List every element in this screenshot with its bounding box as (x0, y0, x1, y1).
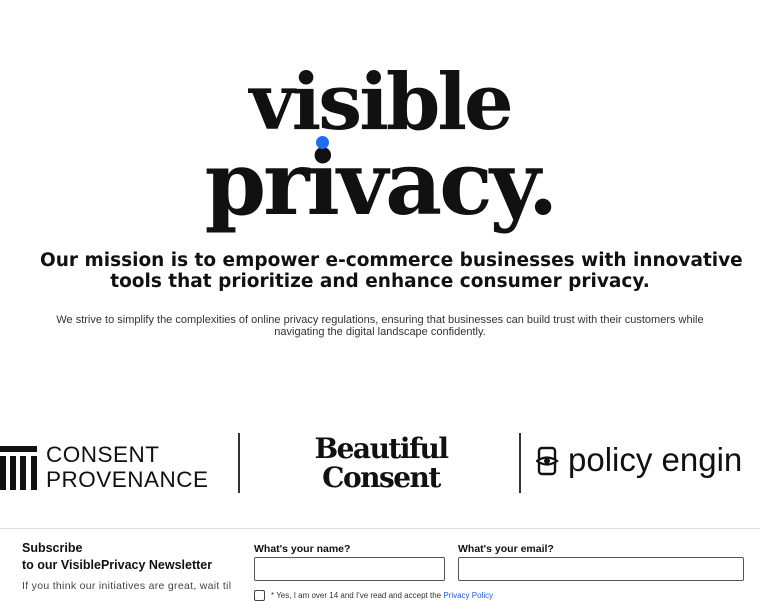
email-label: What's your email? (458, 543, 554, 555)
name-input[interactable] (254, 557, 445, 581)
newsletter-description: If you think our initiatives are great, … (22, 580, 234, 592)
policy-engine-wordmark: policy engin (568, 441, 743, 478)
consent-provenance-wordmark: CONSENT PROVENANCE (46, 442, 209, 492)
email-input[interactable] (458, 557, 744, 581)
visible-privacy-logo: visible privacy. (0, 64, 760, 235)
privacy-policy-link[interactable]: Privacy Policy (443, 591, 493, 600)
mission-description: We strive to simplify the complexities o… (56, 314, 704, 338)
newsletter-title: Subscribe to our VisiblePrivacy Newslett… (22, 541, 213, 572)
partner-logos-strip: CONSENT PROVENANCE Beautiful Consent pol… (0, 428, 760, 498)
footer-divider (0, 528, 760, 529)
logo-line-privacy: privacy. (204, 131, 559, 235)
beautiful-consent-logo[interactable]: Beautiful Consent (300, 434, 462, 492)
name-label: What's your name? (254, 543, 351, 555)
logo-accent-dot (316, 136, 329, 149)
partner-divider (519, 433, 521, 493)
document-eye-icon (536, 446, 559, 476)
mission-headline: Our mission is to empower e-commerce bus… (40, 250, 743, 292)
partner-divider (238, 433, 240, 493)
consent-checkbox[interactable] (254, 590, 265, 601)
columns-icon (0, 446, 37, 490)
